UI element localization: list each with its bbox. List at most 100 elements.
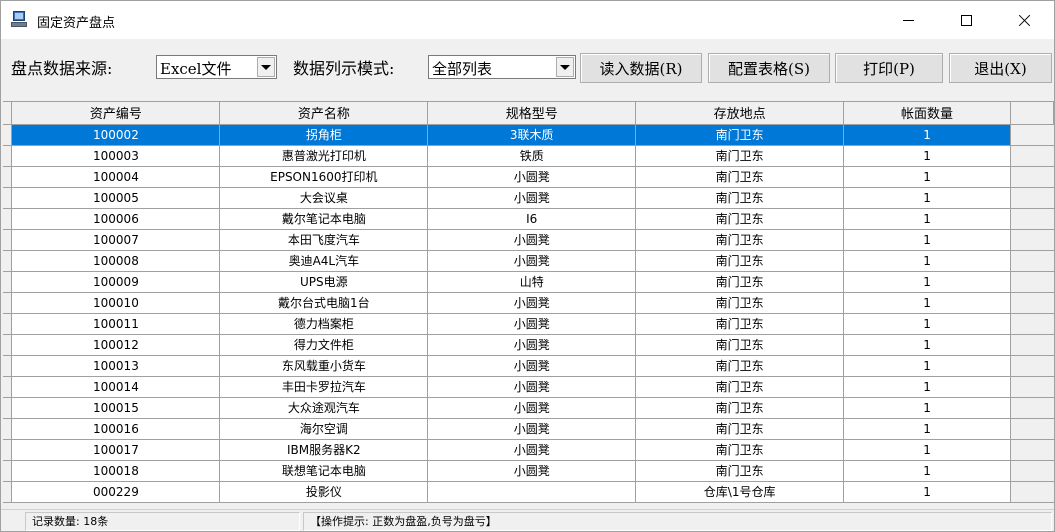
column-header[interactable]: 资产编号 xyxy=(11,102,221,125)
maximize-button[interactable] xyxy=(937,1,995,39)
table-cell[interactable]: 戴尔台式电脑1台 xyxy=(219,292,429,314)
table-cell[interactable]: 100013 xyxy=(11,355,221,377)
table-cell[interactable]: 小圆凳 xyxy=(427,334,637,356)
column-header[interactable]: 帐面数量 xyxy=(843,102,1011,125)
row-header[interactable] xyxy=(3,439,13,461)
table-cell[interactable]: UPS电源 xyxy=(219,271,429,293)
table-cell[interactable]: 惠普激光打印机 xyxy=(219,145,429,167)
table-cell[interactable]: 南门卫东 xyxy=(635,397,845,419)
table-cell[interactable]: 1 xyxy=(843,439,1011,461)
table-cell[interactable]: 000229 xyxy=(11,481,221,503)
table-cell[interactable]: 东风载重小货车 xyxy=(219,355,429,377)
table-cell[interactable]: 100015 xyxy=(11,397,221,419)
table-cell[interactable]: 100011 xyxy=(11,313,221,335)
row-header[interactable] xyxy=(3,166,13,188)
table-row[interactable]: 100018 联想笔记本电脑 小圆凳 南门卫东 1 xyxy=(3,460,1054,482)
table-cell[interactable]: IBM服务器K2 xyxy=(219,439,429,461)
table-row[interactable]: 100008 奥迪A4L汽车 小圆凳 南门卫东 1 xyxy=(3,250,1054,272)
table-row[interactable]: 100011 德力档案柜 小圆凳 南门卫东 1 xyxy=(3,313,1054,335)
row-header[interactable] xyxy=(3,481,13,503)
table-row[interactable]: 000229 投影仪 仓库\1号仓库 1 xyxy=(3,481,1054,503)
table-cell[interactable]: 小圆凳 xyxy=(427,460,637,482)
table-cell[interactable]: 1 xyxy=(843,397,1011,419)
table-cell[interactable]: I6 xyxy=(427,208,637,230)
table-row[interactable]: 100010 戴尔台式电脑1台 小圆凳 南门卫东 1 xyxy=(3,292,1054,314)
table-cell[interactable]: 100017 xyxy=(11,439,221,461)
table-row[interactable]: 100003 惠普激光打印机 铁质 南门卫东 1 xyxy=(3,145,1054,167)
table-cell[interactable]: 100012 xyxy=(11,334,221,356)
table-row[interactable]: 100012 得力文件柜 小圆凳 南门卫东 1 xyxy=(3,334,1054,356)
table-cell[interactable]: 南门卫东 xyxy=(635,166,845,188)
row-header[interactable] xyxy=(3,313,13,335)
row-header[interactable] xyxy=(3,334,13,356)
table-cell[interactable]: 1 xyxy=(843,481,1011,503)
table-cell[interactable]: 小圆凳 xyxy=(427,313,637,335)
table-cell[interactable]: 100014 xyxy=(11,376,221,398)
table-cell[interactable]: 3联木质 xyxy=(427,124,637,146)
table-cell[interactable]: 南门卫东 xyxy=(635,208,845,230)
table-cell[interactable]: 1 xyxy=(843,166,1011,188)
table-row[interactable]: 100017 IBM服务器K2 小圆凳 南门卫东 1 xyxy=(3,439,1054,461)
table-cell[interactable]: 小圆凳 xyxy=(427,418,637,440)
table-cell[interactable]: 得力文件柜 xyxy=(219,334,429,356)
table-cell[interactable]: 小圆凳 xyxy=(427,397,637,419)
table-cell[interactable]: EPSON1600打印机 xyxy=(219,166,429,188)
table-row[interactable]: 100007 本田飞度汽车 小圆凳 南门卫东 1 xyxy=(3,229,1054,251)
table-cell[interactable]: 南门卫东 xyxy=(635,124,845,146)
table-cell[interactable]: 1 xyxy=(843,334,1011,356)
table-cell[interactable]: 1 xyxy=(843,145,1011,167)
table-cell[interactable]: 小圆凳 xyxy=(427,250,637,272)
table-cell[interactable]: 小圆凳 xyxy=(427,229,637,251)
table-cell[interactable]: 100005 xyxy=(11,187,221,209)
table-cell[interactable]: 奥迪A4L汽车 xyxy=(219,250,429,272)
row-header[interactable] xyxy=(3,397,13,419)
table-cell[interactable]: 1 xyxy=(843,187,1011,209)
table-row[interactable]: 100006 戴尔笔记本电脑 I6 南门卫东 1 xyxy=(3,208,1054,230)
table-row[interactable]: 100004 EPSON1600打印机 小圆凳 南门卫东 1 xyxy=(3,166,1054,188)
table-cell[interactable]: 1 xyxy=(843,313,1011,335)
table-cell[interactable]: 小圆凳 xyxy=(427,187,637,209)
table-cell[interactable]: 南门卫东 xyxy=(635,355,845,377)
table-cell[interactable]: 南门卫东 xyxy=(635,271,845,293)
table-cell[interactable]: 南门卫东 xyxy=(635,334,845,356)
config-table-button[interactable]: 配置表格(S) xyxy=(708,53,830,83)
row-header[interactable] xyxy=(3,292,13,314)
row-header[interactable] xyxy=(3,229,13,251)
table-row[interactable]: 100009 UPS电源 山特 南门卫东 1 xyxy=(3,271,1054,293)
table-cell[interactable]: 南门卫东 xyxy=(635,187,845,209)
table-cell[interactable]: 南门卫东 xyxy=(635,418,845,440)
table-cell[interactable]: 1 xyxy=(843,292,1011,314)
table-cell[interactable]: 100018 xyxy=(11,460,221,482)
table-cell[interactable]: 南门卫东 xyxy=(635,145,845,167)
table-cell[interactable]: 小圆凳 xyxy=(427,292,637,314)
row-header[interactable] xyxy=(3,145,13,167)
table-cell[interactable]: 100004 xyxy=(11,166,221,188)
table-cell[interactable]: 100008 xyxy=(11,250,221,272)
dropdown-arrow-icon[interactable] xyxy=(257,57,275,77)
table-cell[interactable]: 德力档案柜 xyxy=(219,313,429,335)
table-cell[interactable]: 100009 xyxy=(11,271,221,293)
table-cell[interactable]: 南门卫东 xyxy=(635,250,845,272)
table-cell[interactable]: 100007 xyxy=(11,229,221,251)
table-cell[interactable]: 100002 xyxy=(11,124,221,146)
table-cell[interactable]: 大会议桌 xyxy=(219,187,429,209)
table-cell[interactable]: 南门卫东 xyxy=(635,376,845,398)
table-cell[interactable]: 100006 xyxy=(11,208,221,230)
load-data-button[interactable]: 读入数据(R) xyxy=(580,53,702,83)
table-cell[interactable]: 100016 xyxy=(11,418,221,440)
row-header[interactable] xyxy=(3,250,13,272)
table-cell[interactable]: 1 xyxy=(843,229,1011,251)
table-cell[interactable]: 南门卫东 xyxy=(635,313,845,335)
table-cell[interactable]: 南门卫东 xyxy=(635,292,845,314)
table-cell[interactable]: 拐角柜 xyxy=(219,124,429,146)
minimize-button[interactable] xyxy=(879,1,937,39)
row-header[interactable] xyxy=(3,124,13,146)
table-cell[interactable]: 戴尔笔记本电脑 xyxy=(219,208,429,230)
table-cell[interactable]: 本田飞度汽车 xyxy=(219,229,429,251)
table-cell[interactable]: 大众途观汽车 xyxy=(219,397,429,419)
print-button[interactable]: 打印(P) xyxy=(835,53,943,83)
table-row[interactable]: 100016 海尔空调 小圆凳 南门卫东 1 xyxy=(3,418,1054,440)
table-cell[interactable]: 南门卫东 xyxy=(635,229,845,251)
table-cell[interactable]: 山特 xyxy=(427,271,637,293)
table-cell[interactable]: 1 xyxy=(843,124,1011,146)
